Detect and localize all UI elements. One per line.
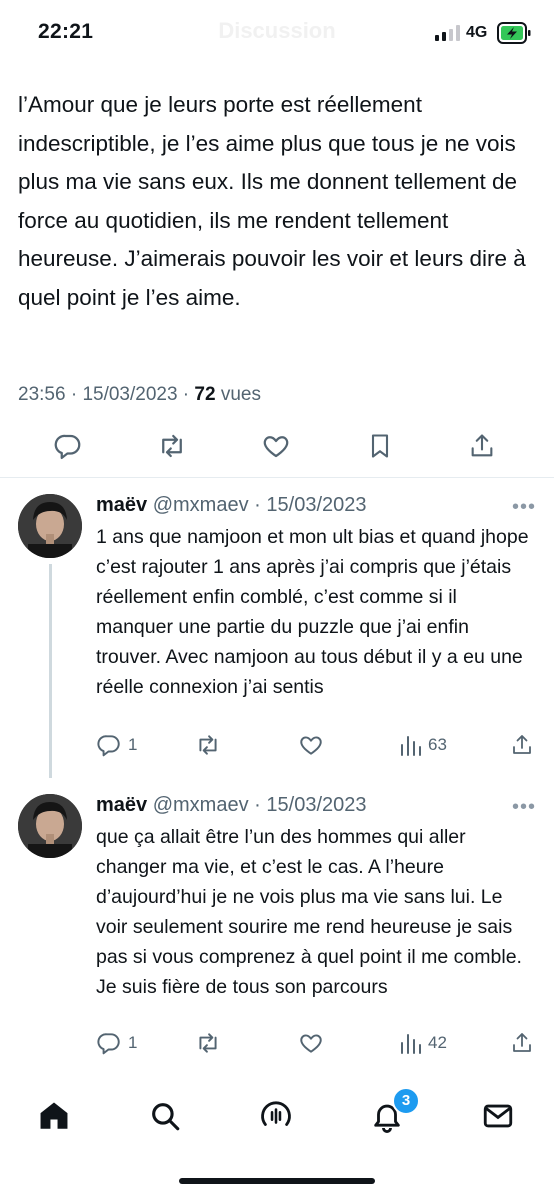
more-options-icon[interactable]: ••• xyxy=(512,796,536,819)
reply-header: maëv @mxmaev · 15/03/2023 xyxy=(96,494,367,517)
reply-text: 1 ans que namjoon et mon ult bias et qua… xyxy=(96,526,529,698)
author-handle: @mxmaev xyxy=(152,794,249,816)
views-button[interactable]: 63 xyxy=(400,730,447,760)
meta-separator: · xyxy=(254,794,261,816)
tweet-meta: 23:56 · 15/03/2023 · 72 vues xyxy=(18,384,261,406)
meta-separator: · xyxy=(65,384,83,405)
home-icon xyxy=(40,1102,68,1129)
like-button[interactable] xyxy=(298,1028,324,1058)
reply-count: 1 xyxy=(128,1033,138,1052)
tweet-date: 15/03/2023 xyxy=(82,384,178,405)
retweet-button[interactable] xyxy=(194,730,222,760)
like-button[interactable] xyxy=(256,426,296,466)
reply-button[interactable] xyxy=(48,426,88,466)
more-options-icon[interactable]: ••• xyxy=(512,496,536,519)
bookmark-button[interactable] xyxy=(360,426,400,466)
meta-separator: · xyxy=(177,384,195,405)
reply-actions: 1 63 xyxy=(0,730,554,760)
reply-actions: 1 42 xyxy=(0,1028,554,1058)
analytics-icon xyxy=(401,1034,421,1054)
reply-date: 15/03/2023 xyxy=(266,794,367,816)
tab-messages[interactable] xyxy=(474,1092,522,1140)
share-icon xyxy=(513,1033,531,1052)
like-icon xyxy=(300,736,322,755)
messages-icon xyxy=(483,1104,513,1128)
analytics-icon xyxy=(401,736,421,756)
share-button[interactable] xyxy=(510,730,534,760)
retweet-icon xyxy=(199,1033,217,1053)
reply-button[interactable]: 1 xyxy=(96,730,137,760)
views-button[interactable]: 42 xyxy=(400,1028,447,1058)
tweet-actions xyxy=(0,426,554,466)
reply-icon xyxy=(97,735,120,757)
author-name[interactable]: maëv xyxy=(96,794,147,816)
like-icon xyxy=(300,1034,322,1053)
notification-badge: 3 xyxy=(392,1087,420,1115)
tweet-views-label: vues xyxy=(215,384,261,405)
status-bar: 22:21 Discussion 4G xyxy=(0,0,554,66)
search-icon xyxy=(152,1103,180,1131)
reply-count: 1 xyxy=(128,735,138,754)
spaces-icon xyxy=(261,1101,291,1126)
reply-header: maëv @mxmaev · 15/03/2023 xyxy=(96,794,367,817)
meta-separator: · xyxy=(254,494,261,516)
views-count: 63 xyxy=(428,735,447,754)
reply-button[interactable]: 1 xyxy=(96,1028,137,1058)
author-name[interactable]: maëv xyxy=(96,494,147,516)
author-handle: @mxmaev xyxy=(152,494,249,516)
share-button[interactable] xyxy=(462,426,502,466)
tweet-time: 23:56 xyxy=(18,384,66,405)
tweet-text: l’Amour que je leurs porte est réellemen… xyxy=(18,92,526,310)
reply-date: 15/03/2023 xyxy=(266,494,367,516)
like-icon xyxy=(263,436,289,458)
share-button[interactable] xyxy=(510,1028,534,1058)
reply-icon xyxy=(97,1033,120,1055)
battery-charging-icon xyxy=(497,22,531,49)
reply-tweet[interactable]: maëv @mxmaev · 15/03/2023 ••• que ça all… xyxy=(0,778,554,1078)
reply-text: que ça allait être l’un des hommes qui a… xyxy=(96,826,522,998)
views-count: 42 xyxy=(428,1033,447,1052)
network-label: 4G xyxy=(466,24,488,41)
avatar[interactable] xyxy=(18,794,82,858)
avatar[interactable] xyxy=(18,494,82,558)
signal-icon xyxy=(435,25,461,46)
retweet-icon xyxy=(199,735,217,755)
retweet-button[interactable] xyxy=(194,1028,222,1058)
bookmark-icon xyxy=(371,434,389,458)
reply-icon xyxy=(54,434,81,459)
tab-spaces[interactable] xyxy=(252,1092,300,1140)
share-icon xyxy=(513,735,531,754)
reply-tweet[interactable]: maëv @mxmaev · 15/03/2023 ••• 1 ans que … xyxy=(0,478,554,778)
tab-home[interactable] xyxy=(30,1092,78,1140)
share-icon xyxy=(471,434,493,457)
retweet-button[interactable] xyxy=(152,426,192,466)
home-indicator xyxy=(179,1178,375,1184)
like-button[interactable] xyxy=(298,730,324,760)
tweet-views-count: 72 xyxy=(194,384,216,405)
retweet-icon xyxy=(162,434,182,458)
tab-search[interactable] xyxy=(141,1092,189,1140)
